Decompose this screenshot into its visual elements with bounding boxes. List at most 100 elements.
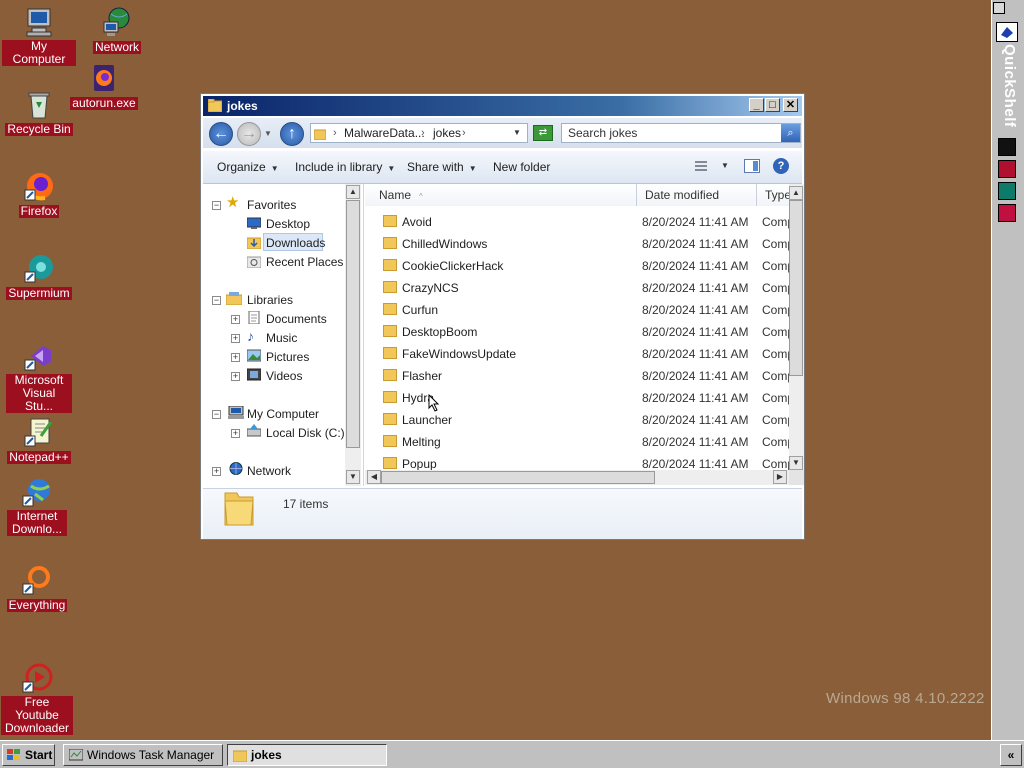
file-row[interactable]: CrazyNCS 8/20/2024 11:41 AM Comp bbox=[365, 277, 795, 299]
file-row[interactable]: Avoid 8/20/2024 11:41 AM Comp bbox=[365, 211, 795, 233]
expand-icon[interactable]: + bbox=[212, 467, 221, 476]
quickshelf-item-4[interactable] bbox=[998, 182, 1016, 200]
scroll-down-button[interactable]: ▼ bbox=[789, 456, 803, 470]
maximize-button[interactable]: □ bbox=[765, 98, 780, 112]
nav-desktop[interactable]: Desktop bbox=[266, 217, 310, 231]
scroll-down-button[interactable]: ▼ bbox=[346, 470, 360, 484]
back-button[interactable]: ← bbox=[209, 122, 233, 146]
nav-local-disk[interactable]: Local Disk (C:) bbox=[266, 426, 345, 440]
desktop-icon-visual-studio[interactable]: Microsoft Visual Stu... bbox=[2, 340, 76, 413]
view-dropdown-icon[interactable]: ▼ bbox=[721, 161, 729, 170]
scroll-up-button[interactable]: ▲ bbox=[789, 186, 803, 200]
collapse-icon[interactable]: − bbox=[212, 410, 221, 419]
list-vertical-scrollbar[interactable]: ▲ ▼ bbox=[789, 184, 804, 470]
file-list: Name ^ Date modified Type Avoid 8/20/2024 … bbox=[365, 184, 804, 486]
nav-documents[interactable]: Documents bbox=[266, 312, 327, 326]
quickshelf-item-2[interactable] bbox=[998, 138, 1016, 156]
search-input[interactable] bbox=[561, 123, 801, 143]
forward-button[interactable]: → bbox=[237, 122, 261, 146]
nav-pictures[interactable]: Pictures bbox=[266, 350, 309, 364]
breadcrumb-item[interactable]: MalwareData... bbox=[344, 124, 425, 142]
desktop-icon-firefox[interactable]: Firefox bbox=[2, 170, 76, 218]
column-header-date[interactable]: Date modified bbox=[637, 184, 757, 206]
window-titlebar[interactable]: jokes _ □ ✕ bbox=[203, 96, 802, 116]
nav-network[interactable]: Network bbox=[247, 464, 291, 478]
breadcrumb-item[interactable]: jokes bbox=[433, 124, 461, 142]
file-row[interactable]: Melting 8/20/2024 11:41 AM Comp bbox=[365, 431, 795, 453]
taskbar-item-task-manager[interactable]: Windows Task Manager bbox=[63, 744, 223, 766]
nav-scrollbar[interactable]: ▲ ▼ bbox=[345, 184, 361, 486]
organize-menu[interactable]: Organize ▼ bbox=[217, 160, 279, 174]
desktop-icon-my-computer[interactable]: My Computer bbox=[2, 6, 76, 66]
help-icon[interactable]: ? bbox=[773, 158, 789, 174]
scroll-thumb[interactable] bbox=[789, 200, 803, 376]
folder-icon bbox=[383, 435, 397, 447]
file-row[interactable]: Flasher 8/20/2024 11:41 AM Comp bbox=[365, 365, 795, 387]
share-with-menu[interactable]: Share with ▼ bbox=[407, 160, 477, 174]
scroll-left-button[interactable]: ◀ bbox=[367, 470, 381, 484]
network-icon bbox=[228, 462, 243, 475]
taskbar-item-jokes[interactable]: jokes bbox=[227, 744, 387, 766]
file-date: 8/20/2024 11:41 AM bbox=[642, 435, 749, 449]
file-name: Flasher bbox=[402, 369, 443, 383]
collapse-icon[interactable]: − bbox=[212, 201, 221, 210]
include-in-library-menu[interactable]: Include in library ▼ bbox=[295, 160, 395, 174]
pictures-icon bbox=[246, 349, 262, 362]
nav-libraries[interactable]: Libraries bbox=[247, 293, 293, 307]
file-row[interactable]: Launcher 8/20/2024 11:41 AM Comp bbox=[365, 409, 795, 431]
refresh-button[interactable]: ⇄ bbox=[533, 125, 553, 141]
nav-my-computer[interactable]: My Computer bbox=[247, 407, 319, 421]
file-row[interactable]: DesktopBoom 8/20/2024 11:41 AM Comp bbox=[365, 321, 795, 343]
column-header-type[interactable]: Type bbox=[757, 184, 791, 206]
desktop-icon-label: autorun.exe bbox=[70, 96, 138, 110]
list-horizontal-scrollbar[interactable]: ◀ ▶ bbox=[365, 470, 789, 485]
quickshelf-item-1[interactable] bbox=[996, 22, 1018, 42]
quickshelf-menu-icon[interactable] bbox=[993, 2, 1005, 14]
scroll-up-button[interactable]: ▲ bbox=[346, 185, 360, 199]
view-options-icon[interactable] bbox=[693, 159, 709, 173]
file-row[interactable]: CookieClickerHack 8/20/2024 11:41 AM Comp bbox=[365, 255, 795, 277]
expand-icon[interactable]: + bbox=[231, 429, 240, 438]
minimize-button[interactable]: _ bbox=[749, 98, 764, 112]
nav-downloads[interactable]: Downloads bbox=[266, 236, 325, 250]
scroll-right-button[interactable]: ▶ bbox=[773, 470, 787, 484]
history-dropdown-icon[interactable]: ▼ bbox=[264, 129, 272, 138]
desktop-icon-recycle-bin[interactable]: Recycle Bin bbox=[2, 88, 76, 136]
nav-music[interactable]: Music bbox=[266, 331, 297, 345]
nav-favorites[interactable]: Favorites bbox=[247, 198, 296, 212]
collapse-icon[interactable]: − bbox=[212, 296, 221, 305]
search-icon[interactable]: ⌕ bbox=[781, 124, 800, 142]
desktop-icon-notepadpp[interactable]: Notepad++ bbox=[2, 416, 76, 464]
start-button[interactable]: Start bbox=[2, 744, 55, 766]
nav-recent-places[interactable]: Recent Places bbox=[266, 255, 343, 269]
expand-icon[interactable]: + bbox=[231, 353, 240, 362]
scroll-thumb[interactable] bbox=[381, 471, 655, 484]
scroll-thumb[interactable] bbox=[346, 200, 360, 448]
file-row[interactable]: ChilledWindows 8/20/2024 11:41 AM Comp bbox=[365, 233, 795, 255]
up-folder-button[interactable]: ↑ bbox=[280, 122, 304, 146]
file-date: 8/20/2024 11:41 AM bbox=[642, 369, 749, 383]
os-version-watermark: Windows 98 4.10.2222 bbox=[826, 690, 985, 707]
file-row[interactable]: FakeWindowsUpdate 8/20/2024 11:41 AM Comp bbox=[365, 343, 795, 365]
expand-icon[interactable]: + bbox=[231, 372, 240, 381]
tray-expand-button[interactable]: « bbox=[1000, 744, 1022, 766]
file-row[interactable]: Curfun 8/20/2024 11:41 AM Comp bbox=[365, 299, 795, 321]
expand-icon[interactable]: + bbox=[231, 334, 240, 343]
desktop-icon-autorun[interactable]: autorun.exe bbox=[67, 62, 141, 110]
desktop-icon-free-youtube-downloader[interactable]: Free Youtube Downloader bbox=[0, 662, 74, 735]
column-header-name[interactable]: Name ^ bbox=[365, 184, 637, 206]
network-globe-icon bbox=[101, 6, 133, 38]
nav-videos[interactable]: Videos bbox=[266, 369, 302, 383]
breadcrumb[interactable]: › MalwareData... › jokes › ▼ bbox=[310, 123, 528, 143]
desktop-icon-supermium[interactable]: Supermium bbox=[2, 252, 76, 300]
desktop-icon-network[interactable]: Network bbox=[80, 6, 154, 54]
address-dropdown-icon[interactable]: ▼ bbox=[513, 124, 521, 142]
expand-icon[interactable]: + bbox=[231, 315, 240, 324]
preview-pane-icon[interactable] bbox=[744, 159, 760, 173]
new-folder-button[interactable]: New folder bbox=[493, 160, 550, 174]
desktop-icon-everything[interactable]: Everything bbox=[0, 564, 74, 612]
desktop-icon-internet-download[interactable]: Internet Downlo... bbox=[0, 476, 74, 536]
close-button[interactable]: ✕ bbox=[783, 98, 798, 112]
quickshelf-item-5[interactable] bbox=[998, 204, 1016, 222]
quickshelf-item-3[interactable] bbox=[998, 160, 1016, 178]
